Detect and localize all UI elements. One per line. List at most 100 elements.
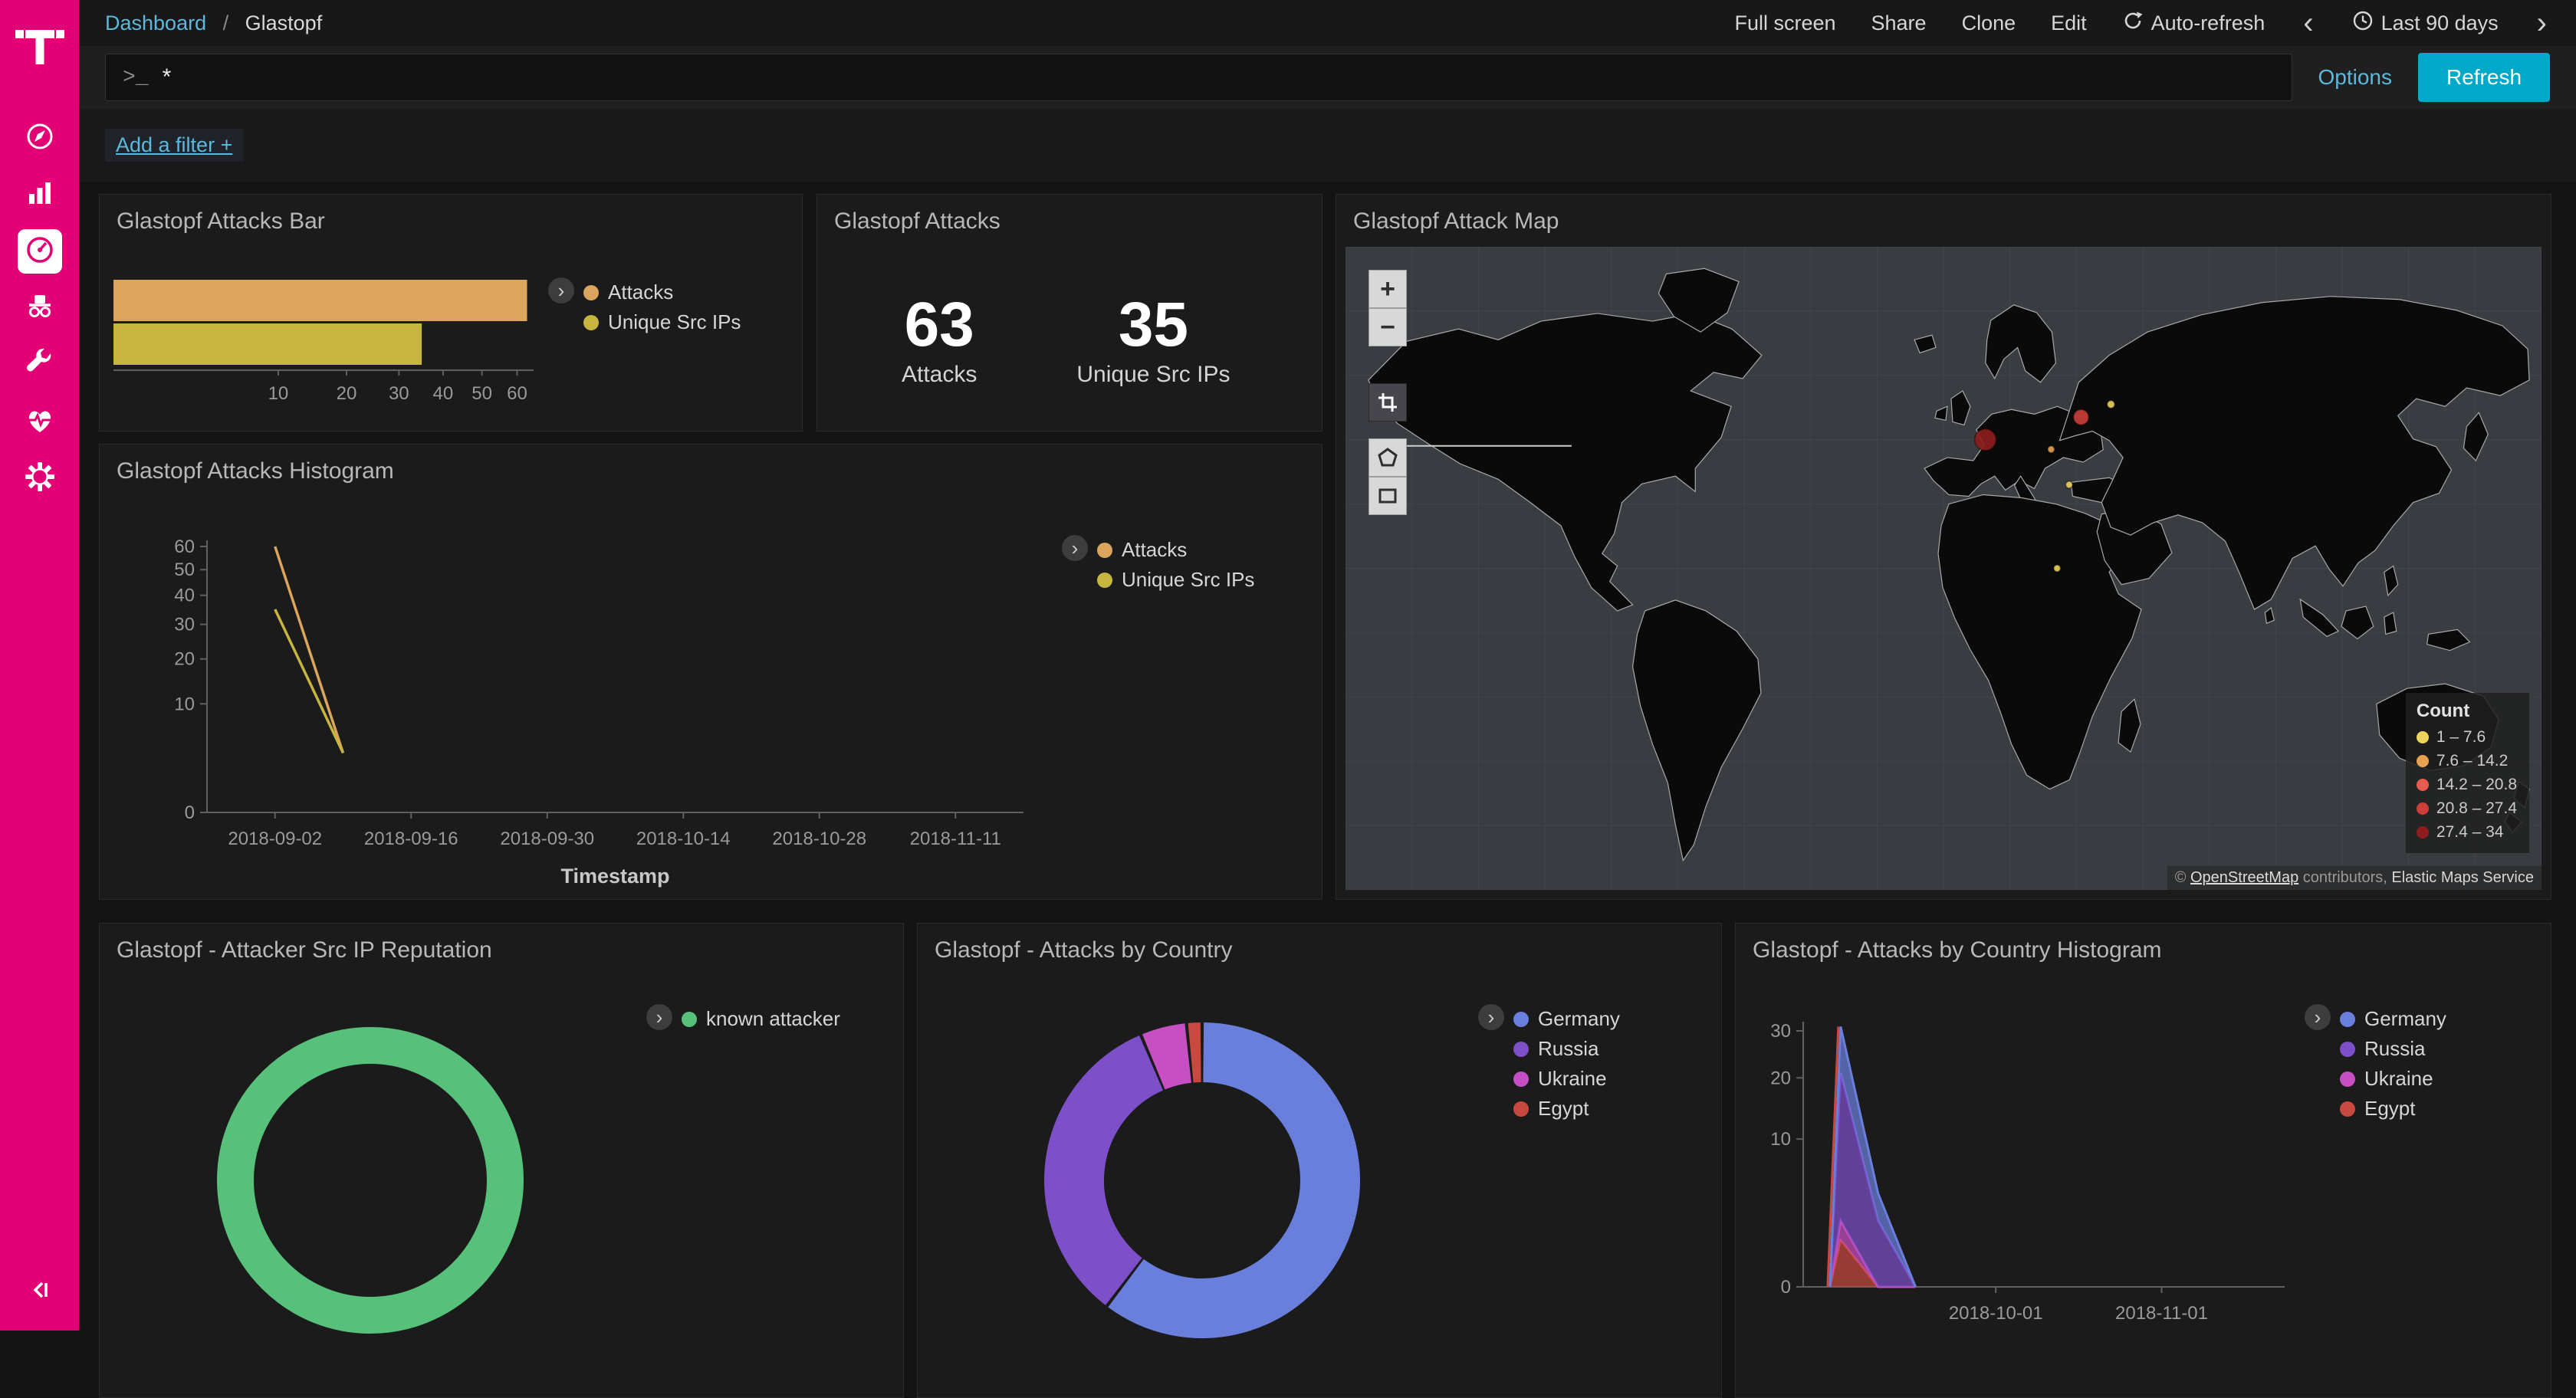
- legend-label: Ukraine: [1538, 1067, 1607, 1091]
- legend-expand-icon[interactable]: ›: [2305, 1004, 2331, 1030]
- attack-point[interactable]: [2054, 565, 2061, 572]
- refresh-button[interactable]: Refresh: [2418, 53, 2550, 102]
- search-input[interactable]: >_ *: [105, 54, 2292, 101]
- draw-rectangle-button[interactable]: [1368, 477, 1407, 515]
- legend-item[interactable]: Unique Src IPs: [583, 307, 741, 337]
- zoom-in-button[interactable]: +: [1368, 270, 1407, 308]
- sidebar-item-dashboard[interactable]: [0, 223, 79, 280]
- openstreetmap-link[interactable]: OpenStreetMap: [2190, 869, 2298, 886]
- map-legend-label: 14.2 – 20.8: [2436, 776, 2517, 794]
- attack-point[interactable]: [1975, 429, 1996, 451]
- sidebar-item-visualize[interactable]: [0, 166, 79, 223]
- legend-dot: [1097, 573, 1112, 588]
- metric-row: 63 Attacks 35 Unique Src IPs: [817, 248, 1322, 388]
- bar-Unique Src IPs: [113, 323, 422, 365]
- metric-value: 35: [1076, 293, 1230, 357]
- legend-label: Germany: [2364, 1007, 2446, 1031]
- panel-title: Glastopf Attacks Bar: [100, 195, 802, 248]
- legend-item[interactable]: Egypt: [2340, 1094, 2446, 1124]
- time-range-picker[interactable]: Last 90 days: [2352, 10, 2499, 37]
- map-legend-dot: [2417, 755, 2429, 767]
- query-value: *: [163, 64, 172, 90]
- dashboard-gauge-icon: [22, 232, 58, 271]
- legend-expand-icon[interactable]: ›: [646, 1004, 672, 1030]
- sidebar-collapse-button[interactable]: [0, 1263, 79, 1320]
- options-link[interactable]: Options: [2318, 65, 2393, 90]
- legend-item[interactable]: Germany: [1513, 1004, 1620, 1034]
- legend-item[interactable]: Attacks: [1097, 535, 1254, 565]
- country-donut-chart: [1022, 1000, 1382, 1360]
- legend-item[interactable]: Attacks: [583, 277, 741, 307]
- fit-data-bounds-button[interactable]: [1368, 383, 1407, 422]
- map-attribution: © OpenStreetMap contributors, Elastic Ma…: [2167, 866, 2542, 890]
- slice-Ukraine: [1154, 1053, 1188, 1062]
- world-map-svg: [1346, 247, 2542, 890]
- breadcrumb-current: Glastopf: [245, 11, 323, 34]
- clone-button[interactable]: Clone: [1962, 11, 2016, 35]
- legend-item[interactable]: Ukraine: [1513, 1064, 1620, 1094]
- panel-attacks-bar: Glastopf Attacks Bar 102030405060 ›Attac…: [99, 194, 803, 432]
- panel-title: Glastopf Attacks Histogram: [100, 445, 1322, 498]
- svg-text:2018-09-16: 2018-09-16: [364, 829, 458, 849]
- attack-point[interactable]: [2107, 401, 2114, 409]
- breadcrumb-dashboard-link[interactable]: Dashboard: [105, 11, 206, 34]
- metric-attacks: 63 Attacks: [902, 293, 977, 388]
- legend-item[interactable]: Germany: [2340, 1004, 2446, 1034]
- svg-text:20: 20: [174, 649, 195, 670]
- legend-label: Unique Src IPs: [1122, 568, 1254, 592]
- svg-text:2018-10-01: 2018-10-01: [1949, 1303, 2043, 1324]
- full-screen-button[interactable]: Full screen: [1734, 11, 1835, 35]
- legend-dot: [1513, 1042, 1529, 1057]
- time-forward-button[interactable]: ›: [2534, 11, 2550, 34]
- legend-item[interactable]: Ukraine: [2340, 1064, 2446, 1094]
- svg-text:2018-09-02: 2018-09-02: [228, 829, 322, 849]
- svg-text:2018-11-01: 2018-11-01: [2115, 1303, 2208, 1324]
- panel-title: Glastopf - Attacker Src IP Reputation: [100, 924, 903, 977]
- attack-point[interactable]: [2073, 409, 2088, 425]
- auto-refresh-label: Auto-refresh: [2151, 11, 2266, 35]
- legend-expand-icon[interactable]: ›: [1478, 1004, 1504, 1030]
- sidebar-item-health[interactable]: [0, 393, 79, 450]
- map-legend-label: 1 – 7.6: [2436, 728, 2486, 747]
- svg-text:40: 40: [174, 586, 195, 606]
- legend-dot: [682, 1012, 697, 1027]
- legend-label: known attacker: [706, 1007, 840, 1031]
- legend-item[interactable]: Russia: [2340, 1034, 2446, 1064]
- legend-expand-icon[interactable]: ›: [548, 277, 574, 304]
- refresh-cycle-icon: [2122, 10, 2144, 37]
- add-filter-link[interactable]: Add a filter +: [105, 129, 243, 162]
- crop-icon: [1377, 392, 1398, 413]
- map-legend-row: 1 – 7.6: [2417, 725, 2517, 749]
- query-bar: >_ * Options Refresh: [79, 46, 2576, 109]
- time-back-button[interactable]: ‹: [2300, 11, 2316, 34]
- edit-button[interactable]: Edit: [2051, 11, 2087, 35]
- legend-expand-icon[interactable]: ›: [1062, 535, 1088, 561]
- sidebar-item-spy[interactable]: [0, 280, 79, 336]
- wrench-icon: [22, 346, 58, 385]
- svg-text:20: 20: [337, 383, 357, 404]
- metric-value: 63: [902, 293, 977, 357]
- sidebar-item-tools[interactable]: [0, 336, 79, 393]
- chart-legend: › GermanyRussia Ukraine Egypt: [1478, 1004, 1620, 1124]
- elastic-maps-service-label: Elastic Maps Service: [2391, 869, 2534, 886]
- legend-item[interactable]: Russia: [1513, 1034, 1620, 1064]
- legend-dot: [1097, 543, 1112, 558]
- rectangle-icon: [1377, 485, 1398, 507]
- panel-title: Glastopf Attacks: [817, 195, 1322, 248]
- slice-Russia: [1074, 1063, 1152, 1282]
- svg-text:2018-10-14: 2018-10-14: [636, 829, 731, 849]
- sidebar-item-discover[interactable]: [0, 110, 79, 166]
- legend-item[interactable]: known attacker: [682, 1004, 840, 1034]
- legend-item[interactable]: Unique Src IPs: [1097, 565, 1254, 595]
- attack-point[interactable]: [2065, 481, 2072, 488]
- auto-refresh-button[interactable]: Auto-refresh: [2122, 10, 2266, 37]
- draw-polygon-button[interactable]: [1368, 438, 1407, 477]
- legend-item[interactable]: Egypt: [1513, 1094, 1620, 1124]
- share-button[interactable]: Share: [1871, 11, 1927, 35]
- map-legend-row: 20.8 – 27.4: [2417, 796, 2517, 820]
- zoom-out-button[interactable]: −: [1368, 308, 1407, 346]
- attack-point[interactable]: [2048, 446, 2055, 453]
- sidebar-item-settings[interactable]: [0, 450, 79, 507]
- chart-legend: › Attacks Unique Src IPs: [1062, 535, 1254, 595]
- world-map[interactable]: + − Count 1 – 7.67.6 – 1: [1346, 247, 2542, 890]
